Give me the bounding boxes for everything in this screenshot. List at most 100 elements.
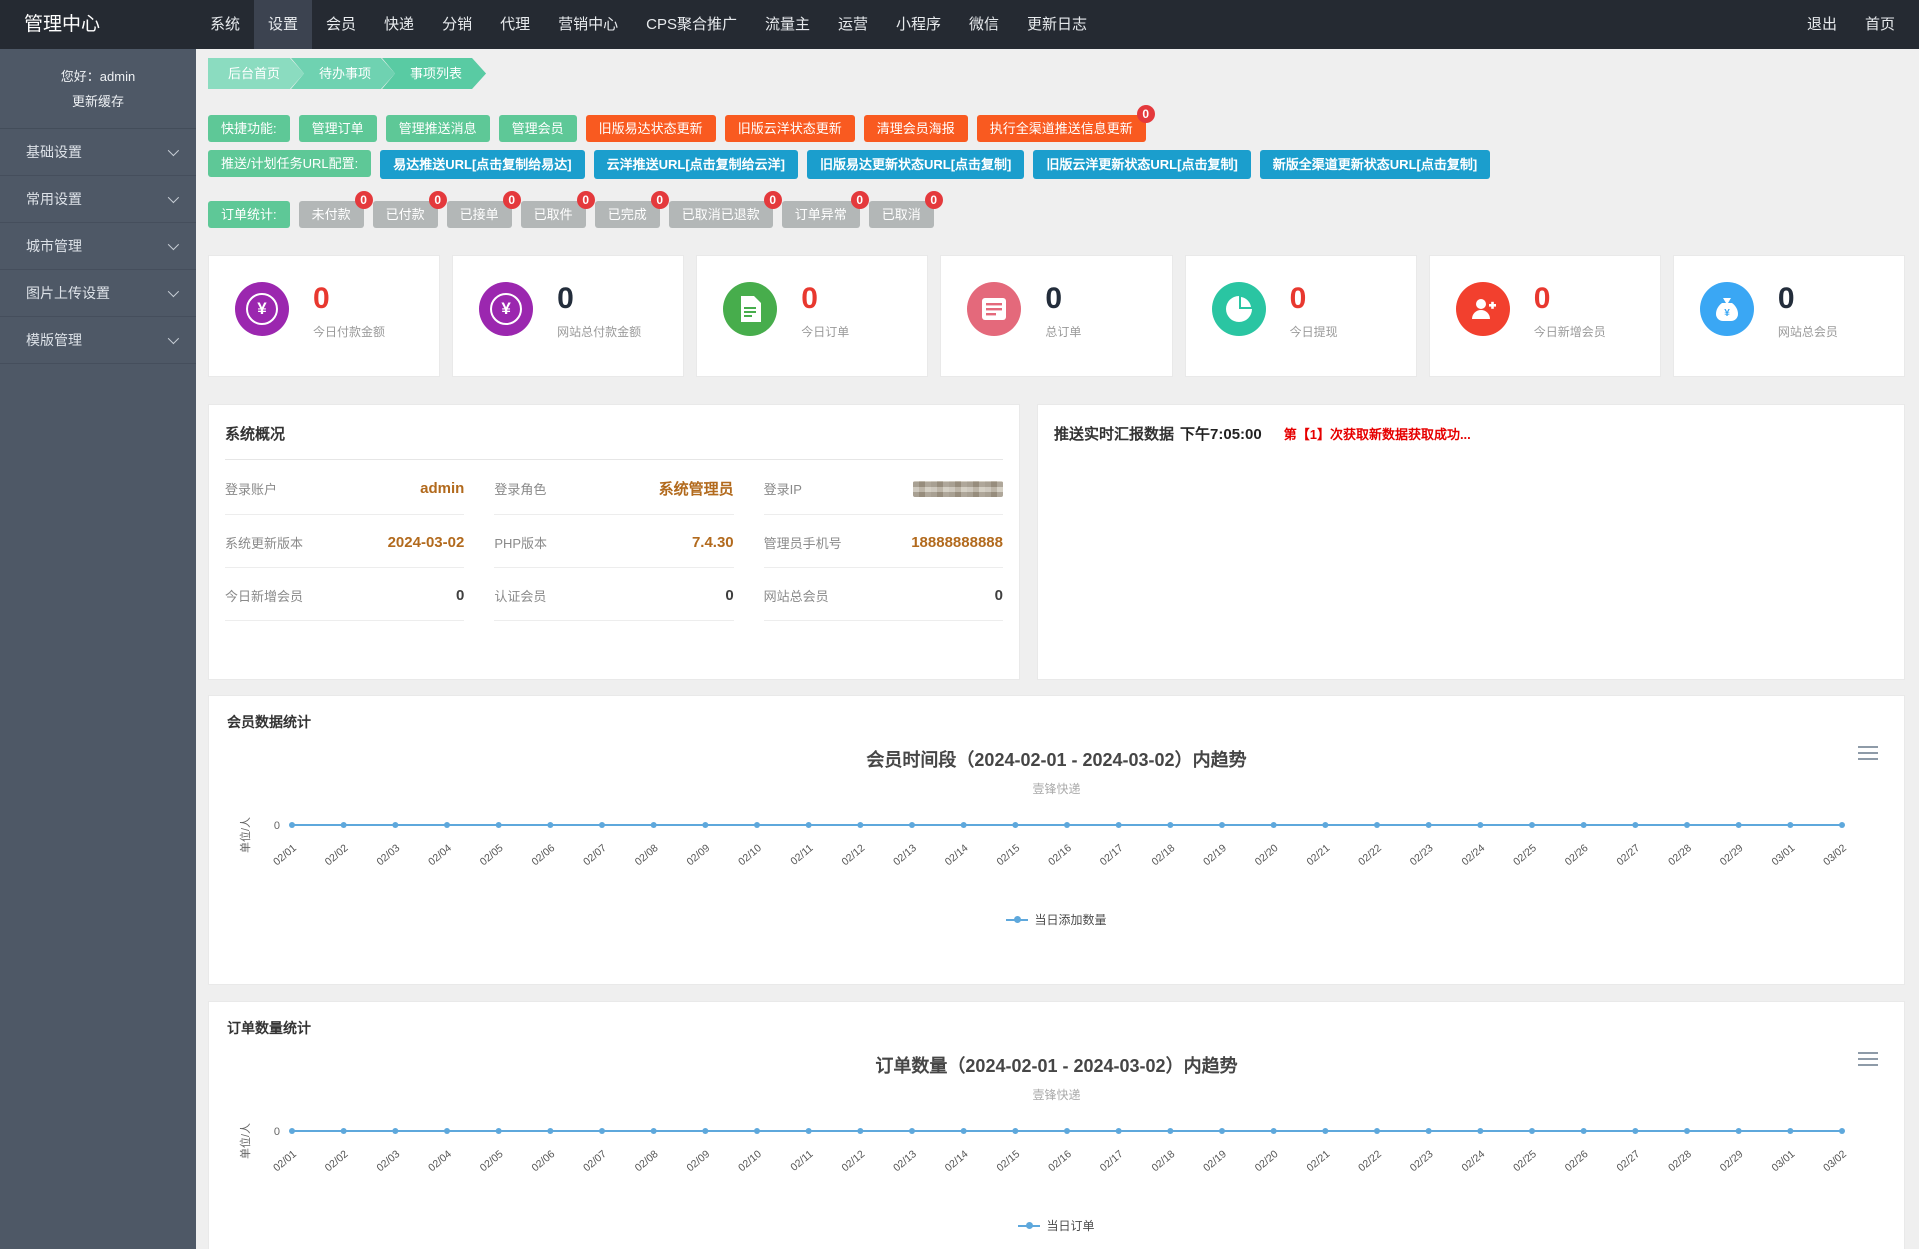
push-report-time: 下午7:05:00 <box>1180 426 1262 443</box>
chart-toolbox-icon[interactable] <box>1858 1050 1878 1066</box>
nav-item-traffic[interactable]: 流量主 <box>751 0 824 49</box>
new-omnichannel-status-url-button[interactable]: 新版全渠道更新状态URL[点击复制] <box>1259 150 1491 179</box>
push-report-message: 第【1】次获取新数据获取成功... <box>1283 427 1471 442</box>
svg-text:02/03: 02/03 <box>374 1148 402 1174</box>
count-badge: 0 <box>924 191 943 209</box>
old-yunyang-status-update-button[interactable]: 旧版云洋状态更新 <box>724 115 855 142</box>
svg-text:02/22: 02/22 <box>1356 1148 1384 1174</box>
nav-item-agent[interactable]: 代理 <box>486 0 544 49</box>
info-value: admin <box>420 480 465 497</box>
svg-text:02/19: 02/19 <box>1201 1148 1229 1174</box>
chart-toolbox-icon[interactable] <box>1858 744 1878 760</box>
nav-item-distribution[interactable]: 分销 <box>428 0 486 49</box>
nav-item-operation[interactable]: 运营 <box>824 0 882 49</box>
nav-item-changelog[interactable]: 更新日志 <box>1013 0 1101 49</box>
nav-item-system[interactable]: 系统 <box>196 0 254 49</box>
old-yunyang-status-url-button[interactable]: 旧版云洋更新状态URL[点击复制] <box>1033 150 1251 179</box>
card-total-members: ¥ 0 网站总会员 <box>1672 255 1905 377</box>
order-stats-row: 订单统计: 未付款 0 已付款 0 已接单 0 已取件 0 已完成 0 已取消已… <box>208 191 1905 228</box>
info-value: 系统管理员 <box>658 481 734 498</box>
completed-button[interactable]: 已完成 0 <box>594 191 669 228</box>
svg-text:02/03: 02/03 <box>374 842 402 868</box>
accepted-button[interactable]: 已接单 0 <box>446 191 521 228</box>
stat-label: 今日提现 <box>1289 325 1338 339</box>
unpaid-button[interactable]: 未付款 0 <box>298 191 373 228</box>
cancelled-refunded-button[interactable]: 已取消已退款 0 <box>668 191 782 228</box>
old-yida-status-update-button[interactable]: 旧版易达状态更新 <box>585 115 716 142</box>
yen-circle-icon: ¥ <box>235 282 289 336</box>
app-title: 管理中心 <box>24 14 101 35</box>
sidebar-item-image-upload[interactable]: 图片上传设置 <box>0 270 196 318</box>
count-badge: 0 <box>576 191 595 209</box>
sidebar-item-basic-settings[interactable]: 基础设置 <box>0 129 196 177</box>
clean-member-posters-button[interactable]: 清理会员海报 <box>863 115 968 142</box>
info-cell-today-new-members: 今日新增会员 0 <box>225 568 465 621</box>
chart-title: 会员时间段（2024-02-01 - 2024-03-02）内趋势 <box>866 750 1247 770</box>
svg-text:02/24: 02/24 <box>1459 842 1487 868</box>
manage-orders-button[interactable]: 管理订单 <box>298 115 377 142</box>
svg-text:02/27: 02/27 <box>1614 1148 1642 1174</box>
refresh-cache-link[interactable]: 更新缓存 <box>14 90 182 115</box>
nav-item-miniprogram[interactable]: 小程序 <box>882 0 955 49</box>
sidebar-item-label: 图片上传设置 <box>26 285 110 302</box>
sidebar-item-city-management[interactable]: 城市管理 <box>0 223 196 271</box>
yunyang-push-url-button[interactable]: 云洋推送URL[点击复制给云洋] <box>593 150 799 179</box>
svg-text:02/11: 02/11 <box>788 1148 815 1174</box>
chevron-down-icon <box>167 333 180 345</box>
legend-label: 当日添加数量 <box>1034 913 1107 927</box>
yida-push-url-button[interactable]: 易达推送URL[点击复制给易达] <box>380 150 585 179</box>
manage-members-button[interactable]: 管理会员 <box>498 115 577 142</box>
count-badge: 0 <box>1136 105 1155 123</box>
count-badge: 0 <box>428 191 447 209</box>
money-bag-icon: ¥ <box>1699 282 1754 336</box>
stat-label: 总订单 <box>1045 325 1082 339</box>
chart-legend[interactable]: 当日添加数量 <box>227 911 1886 928</box>
old-yida-status-url-button[interactable]: 旧版易达更新状态URL[点击复制] <box>807 150 1025 179</box>
button-label: 已完成 <box>607 207 647 222</box>
add-user-icon <box>1455 282 1510 336</box>
stat-value: 0 <box>801 282 818 315</box>
count-badge: 0 <box>650 191 669 209</box>
home-link[interactable]: 首页 <box>1851 0 1909 49</box>
button-label: 已付款 <box>385 207 425 222</box>
nav-item-members[interactable]: 会员 <box>312 0 370 49</box>
nav-item-wechat[interactable]: 微信 <box>955 0 1013 49</box>
sidebar-item-template-management[interactable]: 模版管理 <box>0 317 196 365</box>
svg-text:02/08: 02/08 <box>632 842 660 868</box>
sidebar-item-common-settings[interactable]: 常用设置 <box>0 176 196 224</box>
svg-text:02/17: 02/17 <box>1097 842 1125 868</box>
breadcrumb-list[interactable]: 事项列表 <box>382 58 486 89</box>
stat-label: 网站总会员 <box>1777 325 1838 339</box>
breadcrumb-home[interactable]: 后台首页 <box>208 58 304 89</box>
svg-text:03/01: 03/01 <box>1769 1148 1797 1174</box>
stat-value: 0 <box>313 282 330 315</box>
chart-subtitle: 壹锋快递 <box>1032 1088 1081 1102</box>
system-overview-panel: 系统概况 登录账户 admin 登录角色 系统管理员 登录IP 系统更新版本 2… <box>208 404 1020 680</box>
chevron-down-icon <box>167 239 180 251</box>
nav-item-marketing[interactable]: 营销中心 <box>544 0 632 49</box>
picked-up-button[interactable]: 已取件 0 <box>520 191 595 228</box>
cancelled-button[interactable]: 已取消 0 <box>868 191 943 228</box>
run-omnichannel-push-update-button[interactable]: 执行全渠道推送信息更新 0 <box>976 105 1155 142</box>
abnormal-order-button[interactable]: 订单异常 0 <box>781 191 869 228</box>
svg-text:02/10: 02/10 <box>736 1148 764 1174</box>
paid-button[interactable]: 已付款 0 <box>372 191 447 228</box>
breadcrumb-todo[interactable]: 待办事项 <box>291 58 395 89</box>
nav-item-cps[interactable]: CPS聚合推广 <box>632 0 751 49</box>
svg-text:02/14: 02/14 <box>942 1148 970 1174</box>
svg-text:02/29: 02/29 <box>1717 842 1745 868</box>
button-label: 订单异常 <box>794 207 847 222</box>
svg-text:02/11: 02/11 <box>788 842 815 868</box>
logout-link[interactable]: 退出 <box>1793 0 1851 49</box>
nav-item-settings[interactable]: 设置 <box>254 0 313 49</box>
info-cell-verified-members: 认证会员 0 <box>494 568 734 621</box>
svg-text:02/07: 02/07 <box>581 1148 609 1174</box>
manage-push-messages-button[interactable]: 管理推送消息 <box>385 115 490 142</box>
chart-subtitle: 壹锋快递 <box>1032 782 1081 796</box>
nav-item-express[interactable]: 快递 <box>370 0 428 49</box>
panel-title: 订单数量统计 <box>227 1020 311 1036</box>
info-value: 0 <box>994 587 1003 604</box>
order-stats-label: 订单统计: <box>208 201 290 228</box>
svg-text:02/28: 02/28 <box>1666 1148 1694 1174</box>
chart-legend[interactable]: 当日订单 <box>227 1217 1886 1234</box>
